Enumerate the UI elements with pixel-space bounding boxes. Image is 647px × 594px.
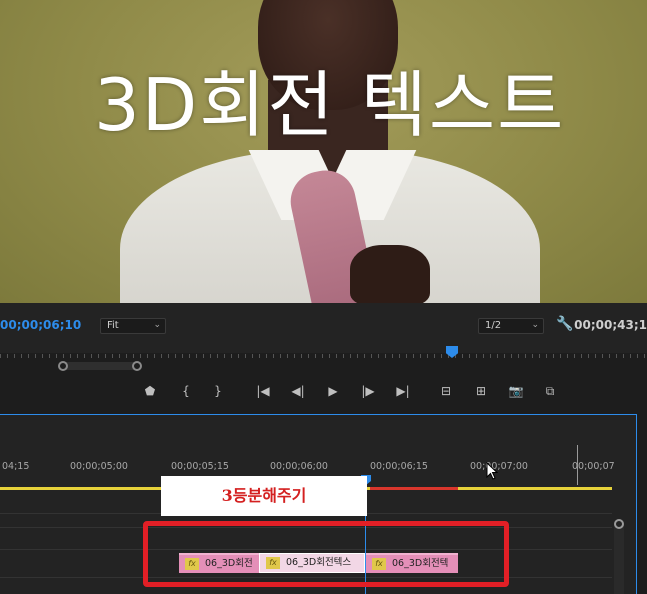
scrollbar-handle-right[interactable] — [132, 361, 142, 371]
comparison-view-icon: ⧉ — [545, 384, 555, 398]
ruler-label: 00;00;05;00 — [70, 461, 128, 472]
step-forward-icon: |▶ — [361, 384, 375, 398]
program-monitor-frame: 3D회전 텍스트 — [0, 0, 647, 303]
mouse-cursor-icon — [486, 462, 498, 480]
marker-icon: ⬟ — [144, 384, 156, 398]
ruler-label: 00;00;07 — [572, 461, 615, 472]
video-title-overlay: 3D회전 텍스트 — [94, 63, 566, 147]
chevron-down-icon: ⌄ — [531, 320, 539, 330]
play-button[interactable]: ▶ — [324, 382, 342, 400]
ruler-label: 04;15 — [2, 461, 30, 472]
camera-icon: 📷 — [508, 384, 524, 398]
zoom-level-value: Fit — [107, 320, 119, 331]
mark-in-icon: { — [182, 384, 190, 398]
step-back-icon: ◀| — [291, 384, 305, 398]
ruler-label: 00;00;06;15 — [370, 461, 428, 472]
mark-in-button[interactable]: { — [177, 382, 195, 400]
duration-timecode: 00;00;43;1 — [574, 318, 647, 332]
scrollbar-handle[interactable] — [614, 519, 624, 529]
current-timecode[interactable]: 00;00;06;10 — [0, 318, 81, 332]
mark-out-button[interactable]: } — [209, 382, 227, 400]
go-to-out-icon: ▶| — [396, 384, 410, 398]
zoom-level-select[interactable]: Fit ⌄ — [100, 318, 166, 334]
mark-out-icon: } — [214, 384, 222, 398]
ruler-label: 00;00;07;00 — [470, 461, 528, 472]
go-to-out-button[interactable]: ▶| — [394, 382, 412, 400]
export-frame-button[interactable]: 📷 — [507, 382, 525, 400]
annotation-highlight-box — [143, 521, 509, 587]
extract-button[interactable]: ⊞ — [472, 382, 490, 400]
scrollbar-handle-left[interactable] — [58, 361, 68, 371]
person-hand — [350, 245, 430, 303]
add-marker-button[interactable]: ⬟ — [141, 382, 159, 400]
playback-resolution-select[interactable]: 1/2 ⌄ — [478, 318, 544, 334]
wrench-icon[interactable]: 🔧 — [556, 316, 573, 332]
step-forward-button[interactable]: |▶ — [359, 382, 377, 400]
step-back-button[interactable]: ◀| — [289, 382, 307, 400]
ruler-label: 00;00;06;00 — [270, 461, 328, 472]
extract-icon: ⊞ — [475, 384, 487, 398]
go-to-in-button[interactable]: |◀ — [254, 382, 272, 400]
timeline-vertical-scrollbar[interactable] — [614, 521, 624, 594]
ruler-marker-line — [577, 445, 578, 485]
go-to-in-icon: |◀ — [256, 384, 270, 398]
chevron-down-icon: ⌄ — [153, 320, 161, 330]
annotation-callout: 3등분해주기 — [161, 476, 367, 516]
resolution-value: 1/2 — [485, 320, 502, 331]
transport-controls: ⬟ { } |◀ ◀| ▶ |▶ ▶| ⊟ ⊞ 📷 ⧉ — [0, 372, 647, 410]
render-status-bar — [370, 487, 458, 490]
monitor-time-ruler[interactable] — [0, 346, 647, 360]
lift-icon: ⊟ — [440, 384, 452, 398]
play-icon: ▶ — [328, 384, 338, 398]
comparison-view-button[interactable]: ⧉ — [541, 382, 559, 400]
monitor-zoom-scrollbar[interactable] — [60, 362, 140, 370]
ruler-label: 00;00;05;15 — [171, 461, 229, 472]
lift-button[interactable]: ⊟ — [437, 382, 455, 400]
